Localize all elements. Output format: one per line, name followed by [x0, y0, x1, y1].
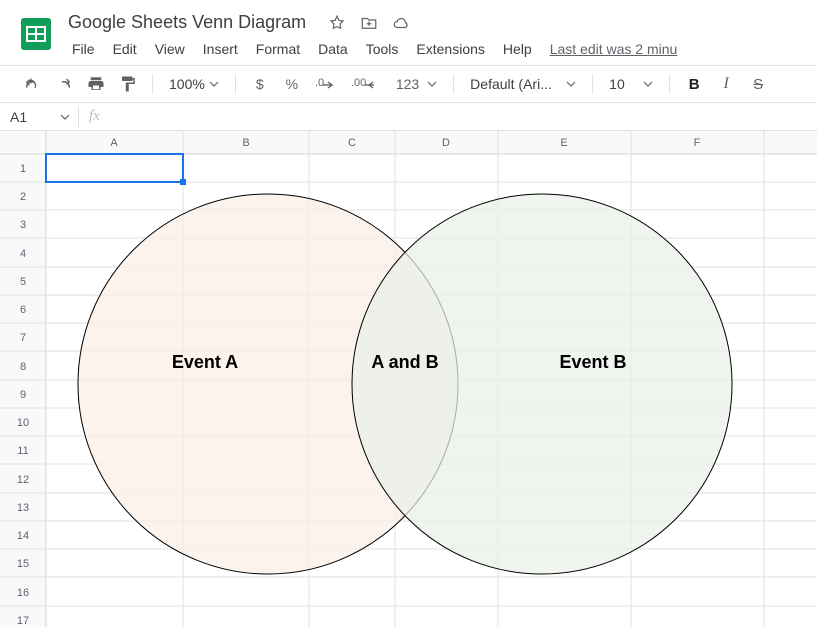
- menu-extensions[interactable]: Extensions: [408, 37, 492, 61]
- venn-label-ab: A and B: [371, 352, 438, 372]
- formula-bar: A1 fx: [0, 103, 817, 131]
- print-button[interactable]: [82, 70, 110, 98]
- svg-text:17: 17: [17, 615, 29, 627]
- menu-help[interactable]: Help: [495, 37, 540, 61]
- venn-label-b: Event B: [559, 352, 626, 372]
- redo-button[interactable]: [50, 70, 78, 98]
- chevron-down-icon: [209, 79, 219, 89]
- zoom-value: 100%: [169, 76, 205, 92]
- svg-text:6: 6: [20, 304, 26, 316]
- svg-text:A: A: [110, 137, 118, 149]
- percent-button[interactable]: %: [278, 70, 306, 98]
- svg-text:2: 2: [20, 191, 26, 203]
- menu-tools[interactable]: Tools: [358, 37, 407, 61]
- svg-text:C: C: [348, 137, 356, 149]
- svg-text:13: 13: [17, 502, 29, 514]
- zoom-dropdown[interactable]: 100%: [163, 76, 225, 92]
- svg-text:1: 1: [20, 163, 26, 175]
- sheets-icon: [18, 16, 54, 52]
- font-size-dropdown[interactable]: 10: [603, 76, 659, 92]
- star-icon[interactable]: [328, 14, 346, 32]
- toolbar-separator: [152, 74, 153, 94]
- chevron-down-icon: [60, 112, 70, 122]
- svg-text:B: B: [242, 137, 249, 149]
- redo-icon: [55, 75, 73, 93]
- menu-data[interactable]: Data: [310, 37, 356, 61]
- menu-edit[interactable]: Edit: [105, 37, 145, 61]
- undo-button[interactable]: [18, 70, 46, 98]
- venn-label-a: Event A: [172, 352, 238, 372]
- font-dropdown[interactable]: Default (Ari...: [464, 76, 582, 92]
- svg-text:10: 10: [17, 417, 29, 429]
- venn-circle-b[interactable]: [352, 194, 732, 574]
- decrease-decimal-icon: .0: [315, 75, 337, 93]
- title-bar: Google Sheets Venn Diagram File Edit Vie…: [0, 0, 817, 65]
- svg-text:4: 4: [20, 248, 26, 260]
- print-icon: [87, 75, 105, 93]
- venn-diagram[interactable]: Event A A and B Event B: [78, 194, 732, 574]
- app-logo[interactable]: [16, 14, 56, 54]
- italic-button[interactable]: I: [712, 70, 740, 98]
- svg-text:F: F: [694, 137, 701, 149]
- cloud-status-icon[interactable]: [392, 14, 410, 32]
- increase-decimal-button[interactable]: .00: [346, 70, 382, 98]
- selection-handle[interactable]: [180, 179, 186, 185]
- menu-bar: File Edit View Insert Format Data Tools …: [64, 35, 685, 65]
- svg-text:16: 16: [17, 587, 29, 599]
- font-size-value: 10: [609, 76, 625, 92]
- move-icon[interactable]: [360, 14, 378, 32]
- cell-selection: [46, 154, 183, 182]
- menu-file[interactable]: File: [64, 37, 103, 61]
- fx-label: fx: [79, 108, 110, 125]
- toolbar: 100% $ % .0 .00 123 Default (Ari... 10 B…: [0, 65, 817, 103]
- svg-text:12: 12: [17, 474, 29, 486]
- menu-insert[interactable]: Insert: [195, 37, 246, 61]
- svg-text:5: 5: [20, 276, 26, 288]
- svg-text:D: D: [442, 137, 450, 149]
- svg-text:.0: .0: [315, 77, 324, 89]
- menu-view[interactable]: View: [147, 37, 193, 61]
- chevron-down-icon: [427, 79, 437, 89]
- undo-icon: [23, 75, 41, 93]
- formula-input[interactable]: [110, 103, 817, 130]
- svg-text:.00: .00: [351, 77, 366, 89]
- paint-format-button[interactable]: [114, 70, 142, 98]
- toolbar-separator: [669, 74, 670, 94]
- number-format-dropdown[interactable]: 123: [386, 76, 443, 92]
- svg-text:8: 8: [20, 361, 26, 373]
- name-box[interactable]: A1: [0, 109, 78, 125]
- decrease-decimal-button[interactable]: .0: [310, 70, 342, 98]
- svg-text:E: E: [560, 137, 567, 149]
- doc-title[interactable]: Google Sheets Venn Diagram: [64, 10, 310, 35]
- bold-button[interactable]: B: [680, 70, 708, 98]
- svg-text:11: 11: [17, 445, 28, 457]
- toolbar-separator: [453, 74, 454, 94]
- toolbar-separator: [592, 74, 593, 94]
- chevron-down-icon: [566, 79, 576, 89]
- svg-text:3: 3: [20, 219, 26, 231]
- font-name: Default (Ari...: [470, 76, 552, 92]
- spreadsheet-grid[interactable]: A B C D E F 1 2: [0, 131, 817, 627]
- paint-format-icon: [119, 75, 137, 93]
- strikethrough-button[interactable]: S: [744, 70, 772, 98]
- menu-format[interactable]: Format: [248, 37, 308, 61]
- svg-text:9: 9: [20, 389, 26, 401]
- svg-text:15: 15: [17, 558, 29, 570]
- currency-button[interactable]: $: [246, 70, 274, 98]
- last-edit-link[interactable]: Last edit was 2 minu: [542, 37, 686, 61]
- svg-text:14: 14: [17, 530, 29, 542]
- cell-reference: A1: [10, 109, 27, 125]
- svg-text:7: 7: [20, 332, 26, 344]
- toolbar-separator: [235, 74, 236, 94]
- chevron-down-icon: [643, 79, 653, 89]
- increase-decimal-icon: .00: [351, 75, 377, 93]
